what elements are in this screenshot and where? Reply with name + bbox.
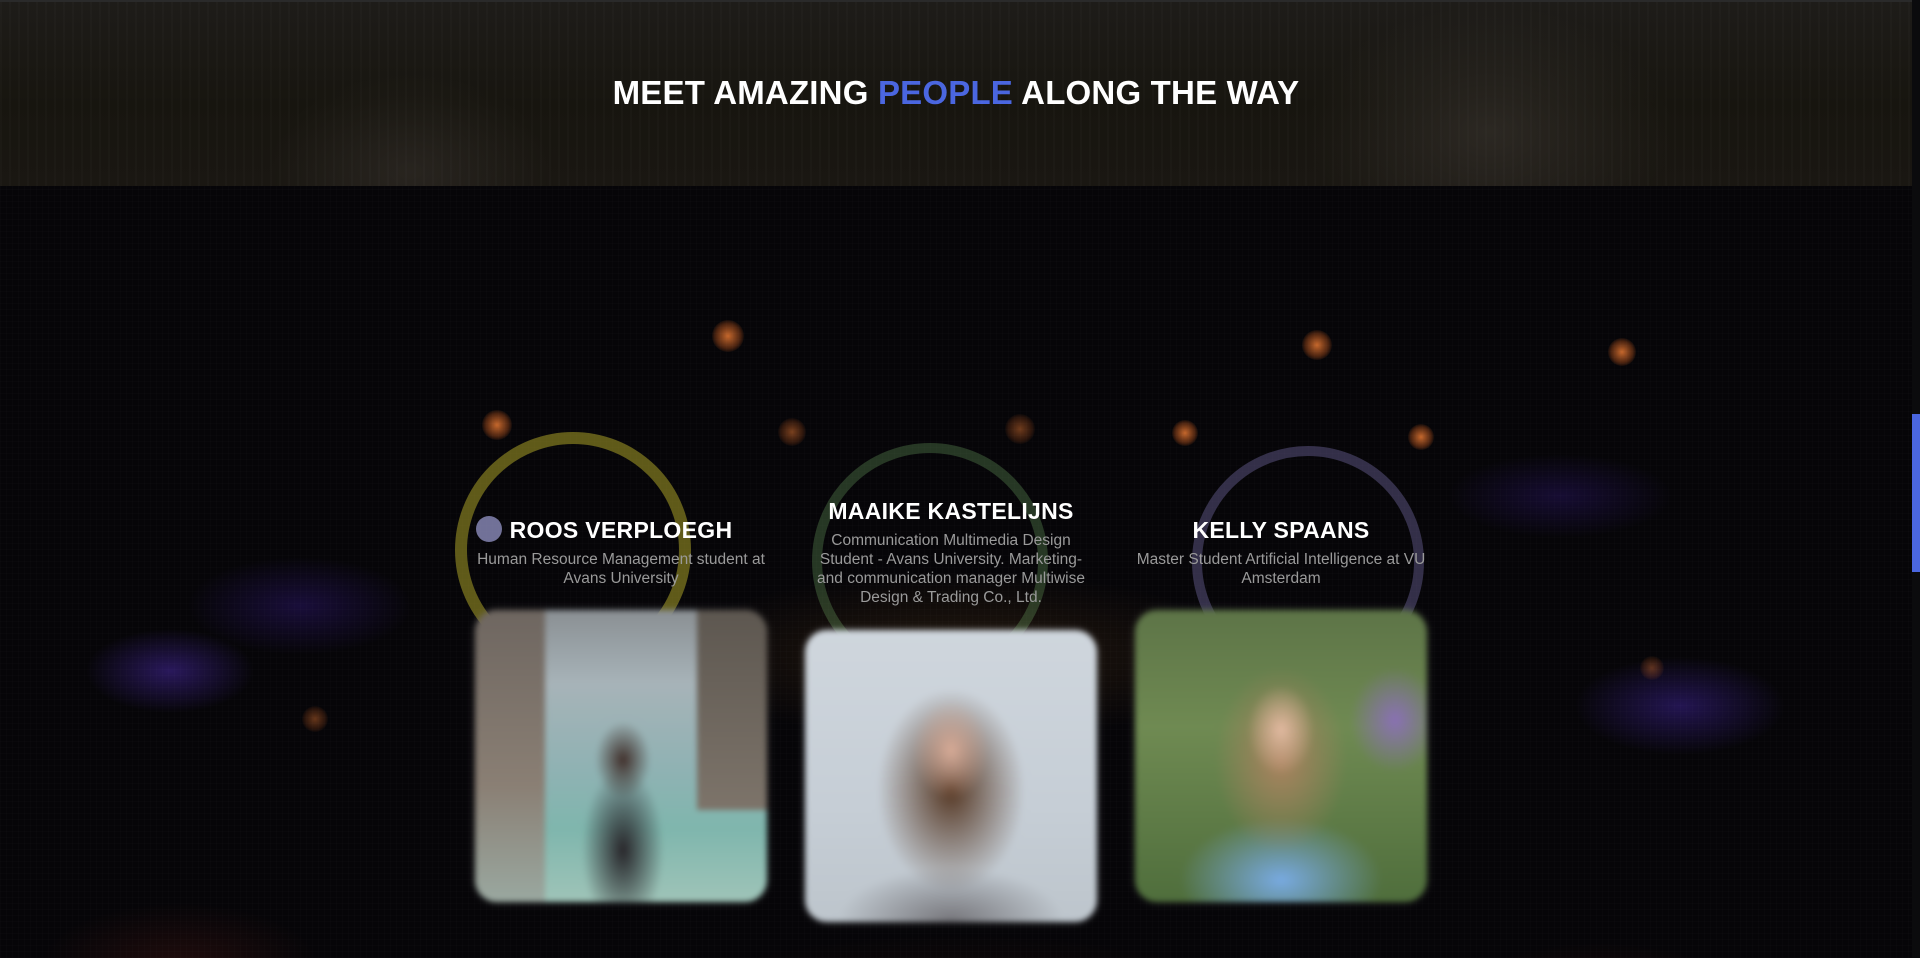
scrollbar-track[interactable] [1912, 0, 1920, 958]
bokeh-light [1608, 338, 1636, 366]
speaker-role: Communication Multimedia Design Student … [817, 532, 1085, 606]
section-heading: MEET AMAZING PEOPLE ALONG THE WAY [0, 74, 1912, 112]
speaker-role: Master Student Artificial Intelligence a… [1136, 551, 1426, 587]
bokeh-light [1302, 330, 1332, 360]
speaker-card[interactable]: ROOS VERPLOEGH Human Resource Management… [471, 517, 771, 588]
page: MEET AMAZING PEOPLE ALONG THE WAY ROOS V… [0, 0, 1920, 958]
bokeh-light [302, 706, 328, 732]
heading-part-1: MEET AMAZING [612, 74, 878, 111]
speaker-card[interactable]: KELLY SPAANS Master Student Artificial I… [1131, 517, 1431, 588]
bokeh-light [1640, 656, 1664, 680]
bokeh-light [778, 418, 806, 446]
bokeh-light [1408, 424, 1434, 450]
speaker-photo [1135, 610, 1427, 902]
speaker-photo [475, 610, 767, 902]
bokeh-light [1172, 420, 1198, 446]
section-header-band: MEET AMAZING PEOPLE ALONG THE WAY [0, 0, 1912, 188]
scrollbar-thumb[interactable] [1912, 414, 1920, 572]
speaker-name: ROOS VERPLOEGH [509, 517, 733, 543]
speaker-role: Human Resource Management student at Ava… [477, 551, 765, 587]
speaker-name: MAAIKE KASTELIJNS [828, 498, 1074, 524]
speaker-photo [805, 630, 1097, 922]
heading-accent: PEOPLE [877, 74, 1014, 111]
speaker-name: KELLY SPAANS [1192, 517, 1370, 543]
bokeh-light [712, 320, 744, 352]
bokeh-light [1005, 414, 1035, 444]
speaker-card[interactable]: MAAIKE KASTELIJNS Communication Multimed… [801, 498, 1101, 607]
bokeh-light [482, 410, 512, 440]
heading-part-2: ALONG THE WAY [1013, 74, 1300, 111]
